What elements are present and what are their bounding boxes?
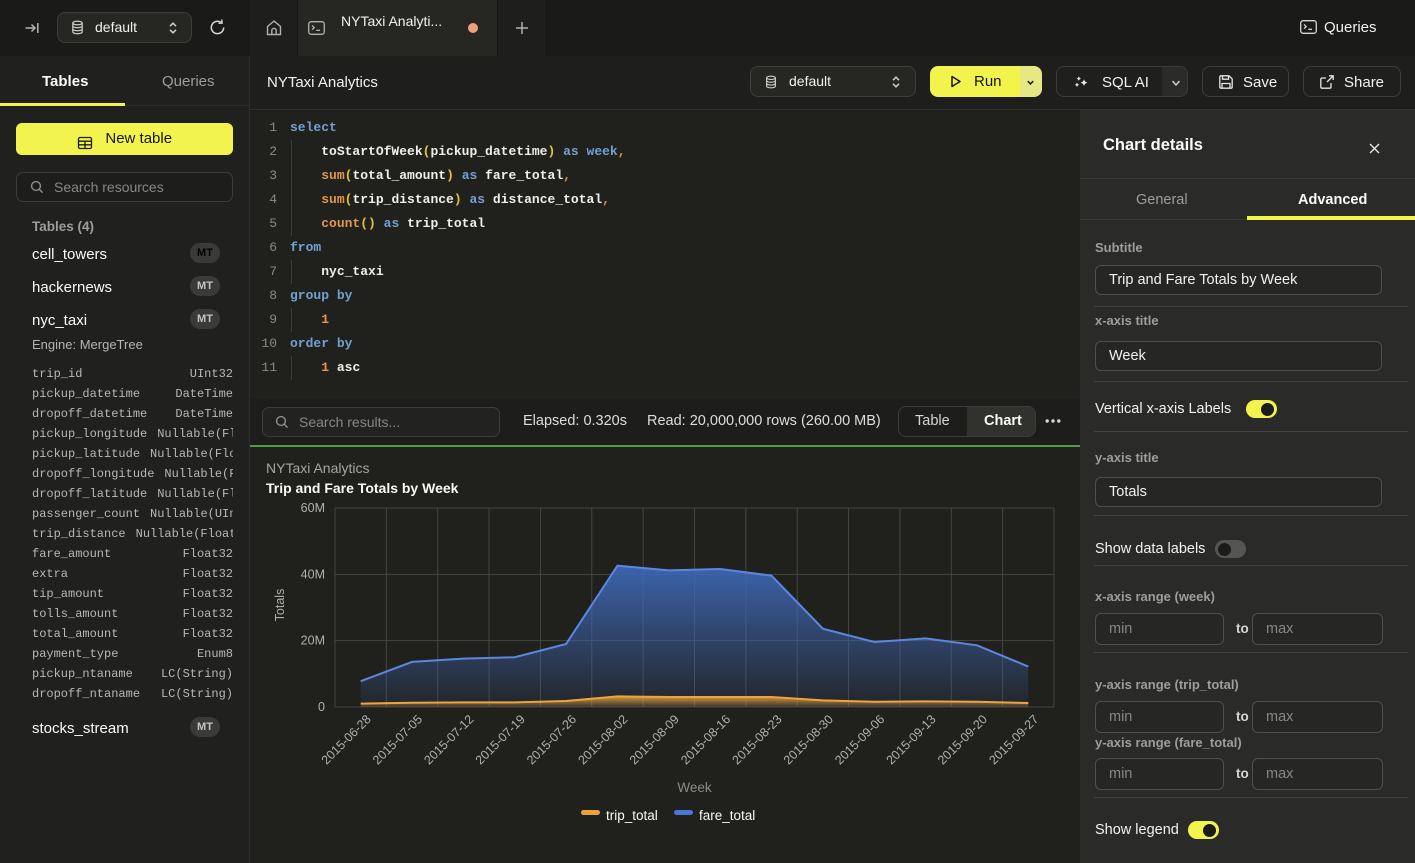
svg-text:2015-08-16: 2015-08-16 (678, 712, 733, 767)
svg-text:Week: Week (677, 780, 712, 795)
svg-text:trip_total: trip_total (606, 808, 658, 823)
svg-text:2015-07-05: 2015-07-05 (370, 712, 425, 767)
svg-text:40M: 40M (301, 567, 325, 581)
svg-text:fare_total: fare_total (699, 808, 755, 823)
svg-text:2015-06-28: 2015-06-28 (319, 712, 374, 767)
svg-text:Totals: Totals (273, 589, 287, 622)
svg-text:2015-08-02: 2015-08-02 (575, 712, 630, 767)
svg-text:2015-08-23: 2015-08-23 (730, 712, 785, 767)
svg-text:2015-09-06: 2015-09-06 (832, 712, 887, 767)
svg-text:2015-09-27: 2015-09-27 (986, 712, 1041, 767)
svg-text:2015-07-19: 2015-07-19 (473, 712, 528, 767)
svg-text:2015-08-30: 2015-08-30 (781, 712, 836, 767)
svg-text:2015-09-20: 2015-09-20 (935, 712, 990, 767)
svg-text:2015-07-26: 2015-07-26 (524, 712, 579, 767)
svg-text:2015-09-13: 2015-09-13 (884, 712, 939, 767)
svg-text:60M: 60M (301, 501, 325, 515)
svg-text:0: 0 (318, 700, 325, 714)
svg-text:2015-08-09: 2015-08-09 (627, 712, 682, 767)
svg-text:20M: 20M (301, 634, 325, 648)
svg-text:2015-07-12: 2015-07-12 (421, 712, 476, 767)
